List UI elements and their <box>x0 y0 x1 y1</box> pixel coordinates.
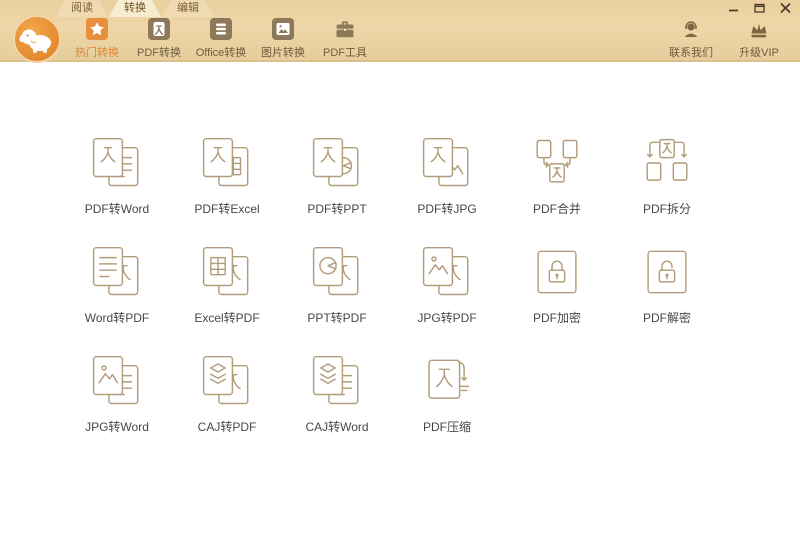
feature-caj-to-pdf[interactable]: CAJ转PDF <box>172 354 282 435</box>
feature-pdf-decrypt[interactable]: PDF解密 <box>612 245 722 326</box>
feature-jpg-to-pdf[interactable]: JPG转PDF <box>392 245 502 326</box>
toolbar-item-label: PDF转换 <box>137 47 181 59</box>
pdf-split-icon <box>640 136 694 190</box>
pdf-decrypt-icon <box>640 245 694 299</box>
feature-excel-to-pdf[interactable]: Excel转PDF <box>172 245 282 326</box>
minimize-icon <box>727 2 740 14</box>
word-to-pdf-icon <box>90 245 144 299</box>
tab-convert[interactable]: 转换 <box>109 0 161 17</box>
feature-label: PDF压缩 <box>422 420 471 434</box>
tab-read[interactable]: 阅读 <box>56 0 108 17</box>
contact-us-button[interactable]: 联系我们 <box>662 18 720 60</box>
feature-ppt-to-pdf[interactable]: PPT转PDF <box>282 245 392 326</box>
app-header: 阅读 转换 编辑 热门转换 PDF转换 Office转换 图片转换 PDF工具 联系我们 升级… <box>0 0 800 64</box>
pdf-merge-icon <box>530 136 584 190</box>
minimize-button[interactable] <box>727 2 740 14</box>
toolbar-item-label: Office转换 <box>195 47 247 59</box>
tab-label: 编辑 <box>177 2 199 14</box>
caj-to-word-icon <box>310 354 364 408</box>
toolbar-item-label: PDF工具 <box>323 47 367 59</box>
pdf-to-word-icon <box>90 136 144 190</box>
jpg-to-pdf-icon <box>420 245 474 299</box>
feature-label: PDF转Word <box>84 202 150 216</box>
feature-pdf-to-ppt[interactable]: PDF转PPT <box>282 136 392 217</box>
excel-to-pdf-icon <box>200 245 254 299</box>
caj-to-pdf-icon <box>200 354 254 408</box>
window-controls <box>727 2 792 14</box>
feature-pdf-merge[interactable]: PDF合并 <box>502 136 612 217</box>
briefcase-icon <box>334 18 356 40</box>
feature-label: Excel转PDF <box>194 311 260 325</box>
jpg-to-word-icon <box>90 354 144 408</box>
tab-edit[interactable]: 编辑 <box>162 0 214 17</box>
feature-pdf-split[interactable]: PDF拆分 <box>612 136 722 217</box>
headset-person-icon <box>680 18 702 40</box>
office-doc-icon <box>210 18 232 40</box>
feature-pdf-encrypt[interactable]: PDF加密 <box>502 245 612 326</box>
feature-label: PDF解密 <box>642 311 691 325</box>
tab-label: 阅读 <box>71 2 93 14</box>
feature-label: JPG转PDF <box>417 311 477 325</box>
pdf-file-icon <box>148 18 170 40</box>
star-icon <box>86 18 108 40</box>
toolbar-item-label: 热门转换 <box>75 47 119 59</box>
close-icon <box>779 2 792 14</box>
feature-pdf-to-word[interactable]: PDF转Word <box>62 136 172 217</box>
feature-jpg-to-word[interactable]: JPG转Word <box>62 354 172 435</box>
feature-word-to-pdf[interactable]: Word转PDF <box>62 245 172 326</box>
tab-label: 转换 <box>124 2 146 14</box>
toolbar-item-label: 图片转换 <box>261 47 305 59</box>
toolbar-pdf-convert[interactable]: PDF转换 <box>128 18 190 60</box>
feature-label: Word转PDF <box>84 311 150 325</box>
maximize-icon <box>753 2 766 14</box>
mode-tabs: 阅读 转换 编辑 <box>56 0 215 17</box>
image-file-icon <box>272 18 294 40</box>
feature-label: JPG转Word <box>85 420 149 434</box>
maximize-button[interactable] <box>753 2 766 14</box>
feature-label: PPT转PDF <box>307 311 367 325</box>
feature-label: CAJ转PDF <box>197 420 257 434</box>
feature-label: PDF拆分 <box>642 202 691 216</box>
feature-caj-to-word[interactable]: CAJ转Word <box>282 354 392 435</box>
ppt-to-pdf-icon <box>310 245 364 299</box>
app-logo-elephant-icon <box>12 14 62 64</box>
crown-icon <box>748 18 770 40</box>
feature-pdf-compress[interactable]: PDF压缩 <box>392 354 502 435</box>
feature-label: PDF转Excel <box>194 202 260 216</box>
toolbar-hot-convert[interactable]: 热门转换 <box>66 18 128 60</box>
toolbar-office-convert[interactable]: Office转换 <box>190 18 252 60</box>
category-toolbar: 热门转换 PDF转换 Office转换 图片转换 PDF工具 <box>66 18 376 60</box>
feature-label: CAJ转Word <box>305 420 369 434</box>
pdf-to-excel-icon <box>200 136 254 190</box>
feature-grid: PDF转Word PDF转Excel PDF转PPT PDF转JPG PDF合并 PDF拆… <box>0 62 738 463</box>
pdf-encrypt-icon <box>530 245 584 299</box>
pdf-to-ppt-icon <box>310 136 364 190</box>
feature-label: PDF转PPT <box>307 202 367 216</box>
toolbar-pdf-tools[interactable]: PDF工具 <box>314 18 376 60</box>
close-button[interactable] <box>779 2 792 14</box>
upgrade-vip-button[interactable]: 升级VIP <box>730 18 788 60</box>
header-action-label: 升级VIP <box>739 47 779 59</box>
feature-label: PDF转JPG <box>417 202 477 216</box>
feature-pdf-to-excel[interactable]: PDF转Excel <box>172 136 282 217</box>
feature-label: PDF加密 <box>532 311 581 325</box>
feature-label: PDF合并 <box>532 202 581 216</box>
pdf-to-jpg-icon <box>420 136 474 190</box>
header-action-label: 联系我们 <box>669 47 713 59</box>
header-right-actions: 联系我们 升级VIP <box>662 18 788 60</box>
toolbar-image-convert[interactable]: 图片转换 <box>252 18 314 60</box>
pdf-compress-icon <box>420 354 474 408</box>
feature-pdf-to-jpg[interactable]: PDF转JPG <box>392 136 502 217</box>
